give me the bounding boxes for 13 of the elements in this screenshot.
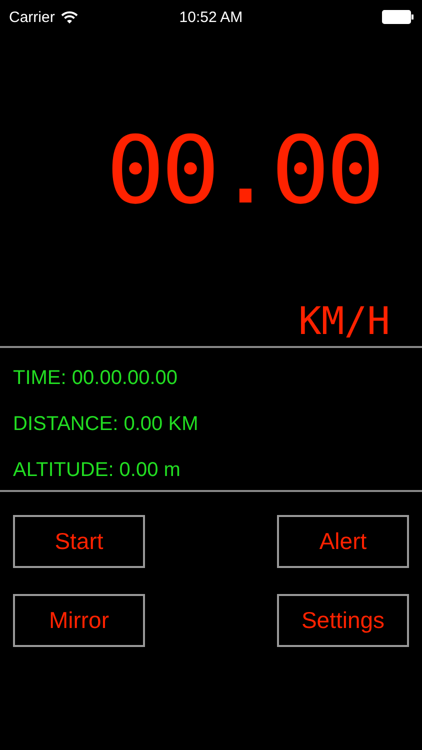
carrier-name: Carrier bbox=[9, 8, 55, 26]
reading-text: TIME: 00.00.00.00 bbox=[13, 366, 178, 390]
action-button[interactable]: Mirror bbox=[13, 594, 145, 647]
action-button[interactable]: Start bbox=[13, 515, 145, 568]
status-time: 10:52 AM bbox=[179, 8, 243, 26]
speed-unit: KM/H bbox=[298, 302, 390, 340]
reading-text: ALTITUDE: 0.00 m bbox=[13, 458, 180, 482]
action-button[interactable]: Alert bbox=[277, 515, 409, 568]
battery-icon bbox=[382, 10, 414, 24]
reading-text: DISTANCE: 0.00 KM bbox=[13, 412, 198, 436]
wifi-icon bbox=[60, 10, 78, 24]
speed-readout: 00.00 bbox=[106, 124, 382, 218]
action-button[interactable]: Settings bbox=[277, 594, 409, 647]
